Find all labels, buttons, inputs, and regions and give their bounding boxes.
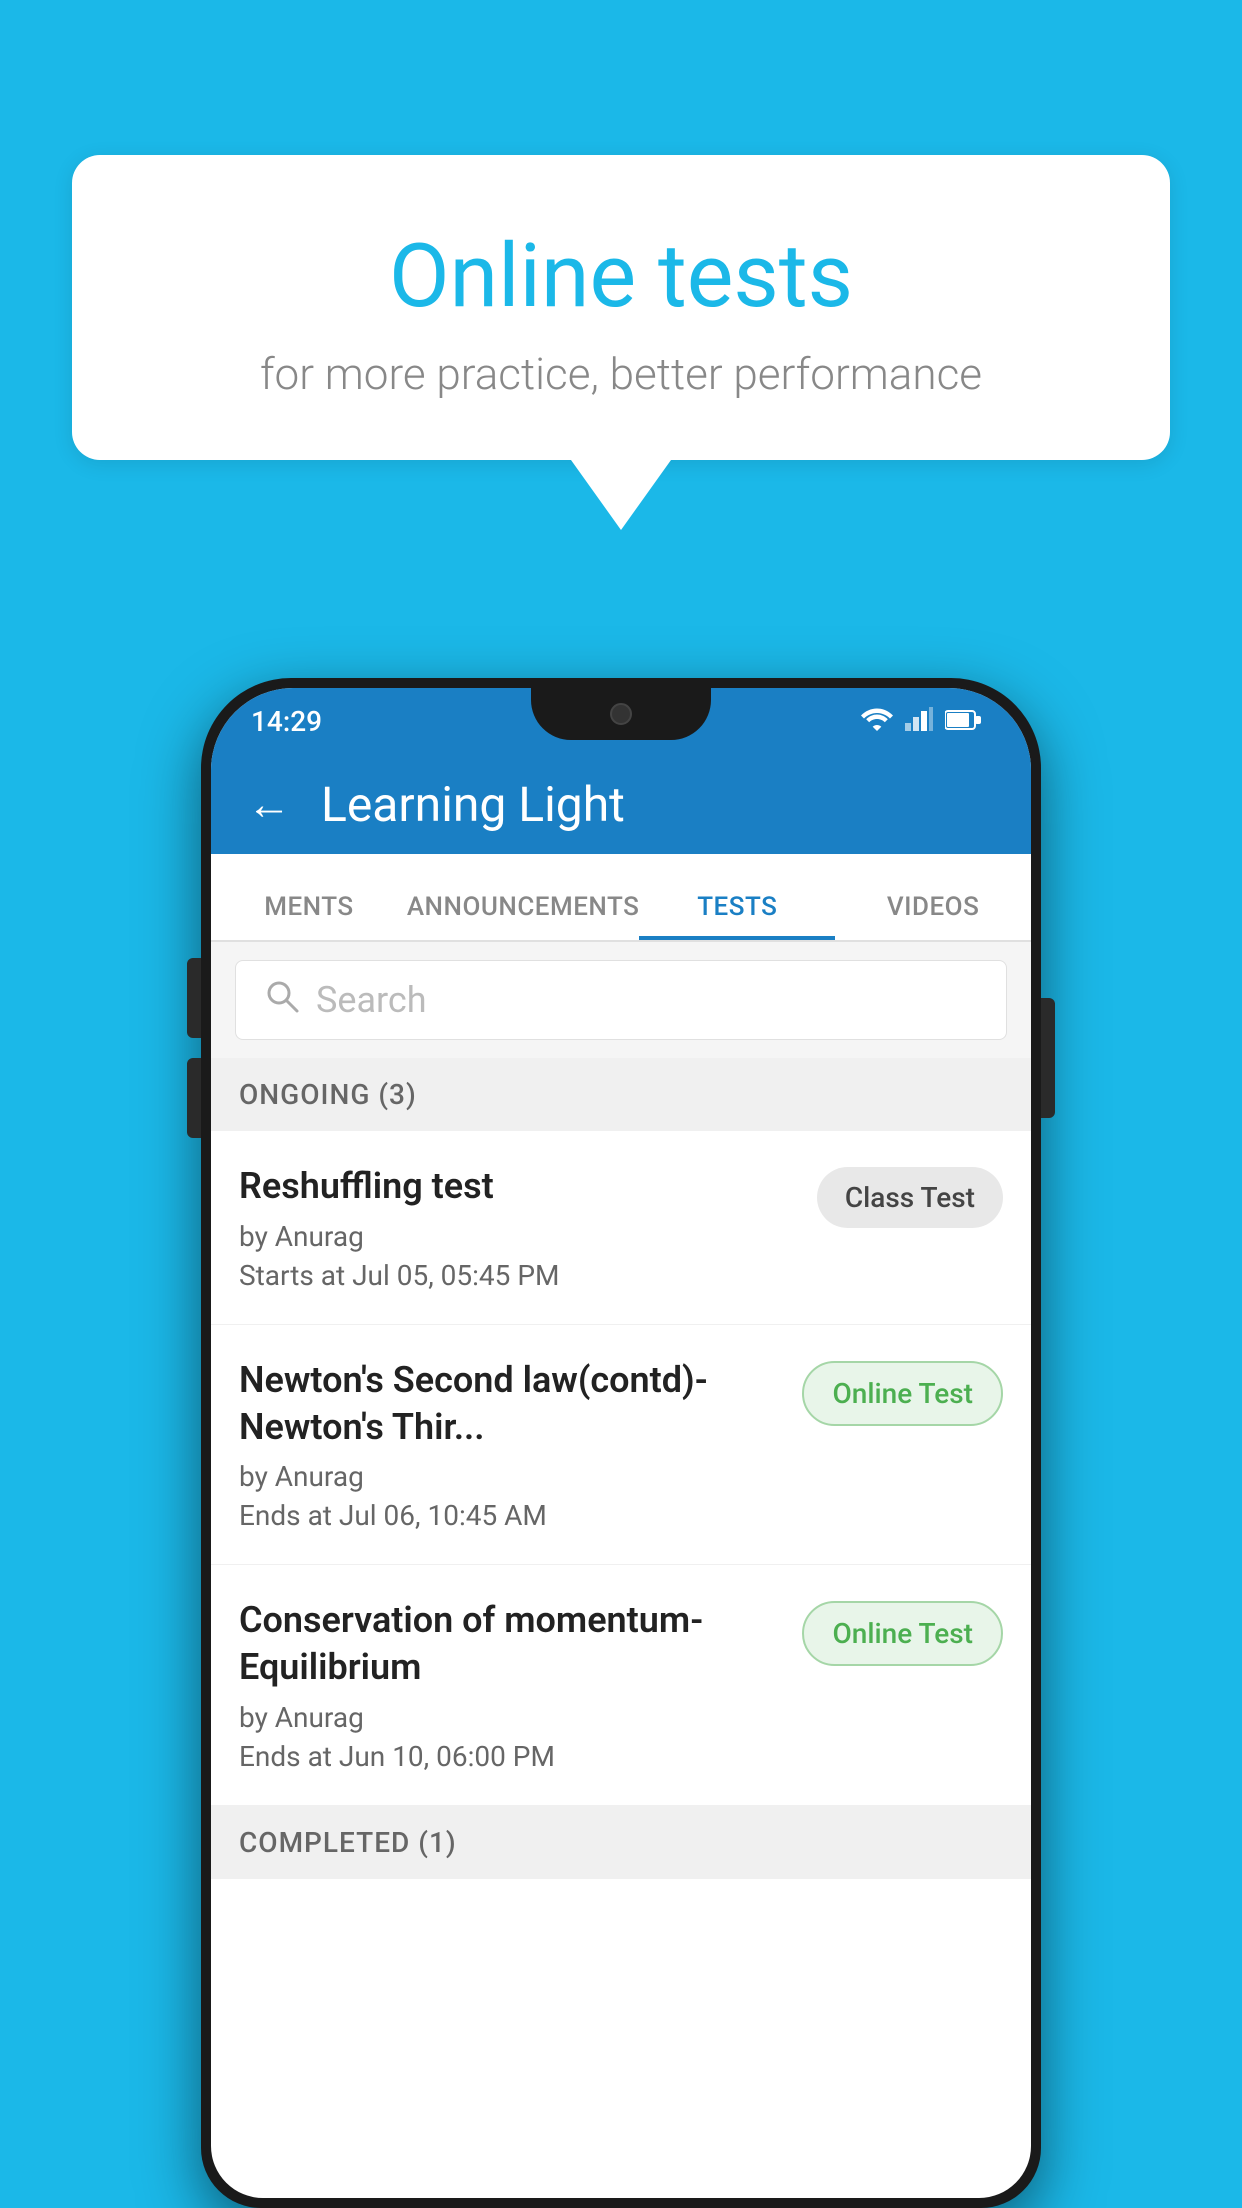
power-button [1041,998,1055,1118]
speech-bubble-subtitle: for more practice, better performance [152,348,1090,400]
test-date-2: Ends at Jul 06, 10:45 AM [239,1499,782,1532]
volume-up-button [187,958,201,1038]
volume-down-button [187,1058,201,1138]
speech-bubble-arrow [571,460,671,530]
phone-frame: 14:29 [201,678,1041,2208]
test-title-1: Reshuffling test [239,1163,797,1210]
completed-section-header: COMPLETED (1) [211,1806,1031,1879]
ongoing-section-header: ONGOING (3) [211,1058,1031,1131]
test-list: Reshuffling test by Anurag Starts at Jul… [211,1131,1031,1806]
phone-screen: 14:29 [211,688,1031,2198]
test-date-1: Starts at Jul 05, 05:45 PM [239,1259,797,1292]
tab-tests[interactable]: TESTS [639,892,835,940]
test-item-conservation[interactable]: Conservation of momentum-Equilibrium by … [211,1565,1031,1806]
test-info-1: Reshuffling test by Anurag Starts at Jul… [239,1163,817,1292]
back-button[interactable]: ← [247,782,291,826]
status-bar: 14:29 [211,688,1031,754]
promo-banner: Online tests for more practice, better p… [72,155,1170,530]
tab-announcements[interactable]: ANNOUNCEMENTS [407,892,640,940]
app-title: Learning Light [321,776,625,833]
tab-videos[interactable]: VIDEOS [835,892,1031,940]
status-icons [861,705,981,738]
test-title-2: Newton's Second law(contd)-Newton's Thir… [239,1357,782,1451]
test-badge-2: Online Test [802,1361,1003,1426]
test-badge-3: Online Test [802,1601,1003,1666]
speech-bubble-title: Online tests [152,225,1090,328]
test-date-3: Ends at Jun 10, 06:00 PM [239,1740,782,1773]
battery-icon [945,705,981,738]
search-icon [264,978,300,1023]
test-author-3: by Anurag [239,1701,782,1734]
status-time: 14:29 [251,705,322,738]
test-info-3: Conservation of momentum-Equilibrium by … [239,1597,802,1773]
test-badge-1: Class Test [817,1167,1003,1228]
tab-bar: MENTS ANNOUNCEMENTS TESTS VIDEOS [211,854,1031,942]
tab-ments[interactable]: MENTS [211,892,407,940]
test-item-newton[interactable]: Newton's Second law(contd)-Newton's Thir… [211,1325,1031,1566]
search-bar[interactable]: Search [235,960,1007,1040]
camera [610,703,632,725]
signal-icon [905,705,933,738]
test-author-1: by Anurag [239,1220,797,1253]
test-title-3: Conservation of momentum-Equilibrium [239,1597,782,1691]
test-item-reshuffling[interactable]: Reshuffling test by Anurag Starts at Jul… [211,1131,1031,1325]
wifi-icon [861,705,893,738]
speech-bubble: Online tests for more practice, better p… [72,155,1170,460]
notch [531,688,711,740]
test-author-2: by Anurag [239,1460,782,1493]
app-bar: ← Learning Light [211,754,1031,854]
test-info-2: Newton's Second law(contd)-Newton's Thir… [239,1357,802,1533]
search-input[interactable]: Search [316,979,427,1021]
search-container: Search [211,942,1031,1058]
